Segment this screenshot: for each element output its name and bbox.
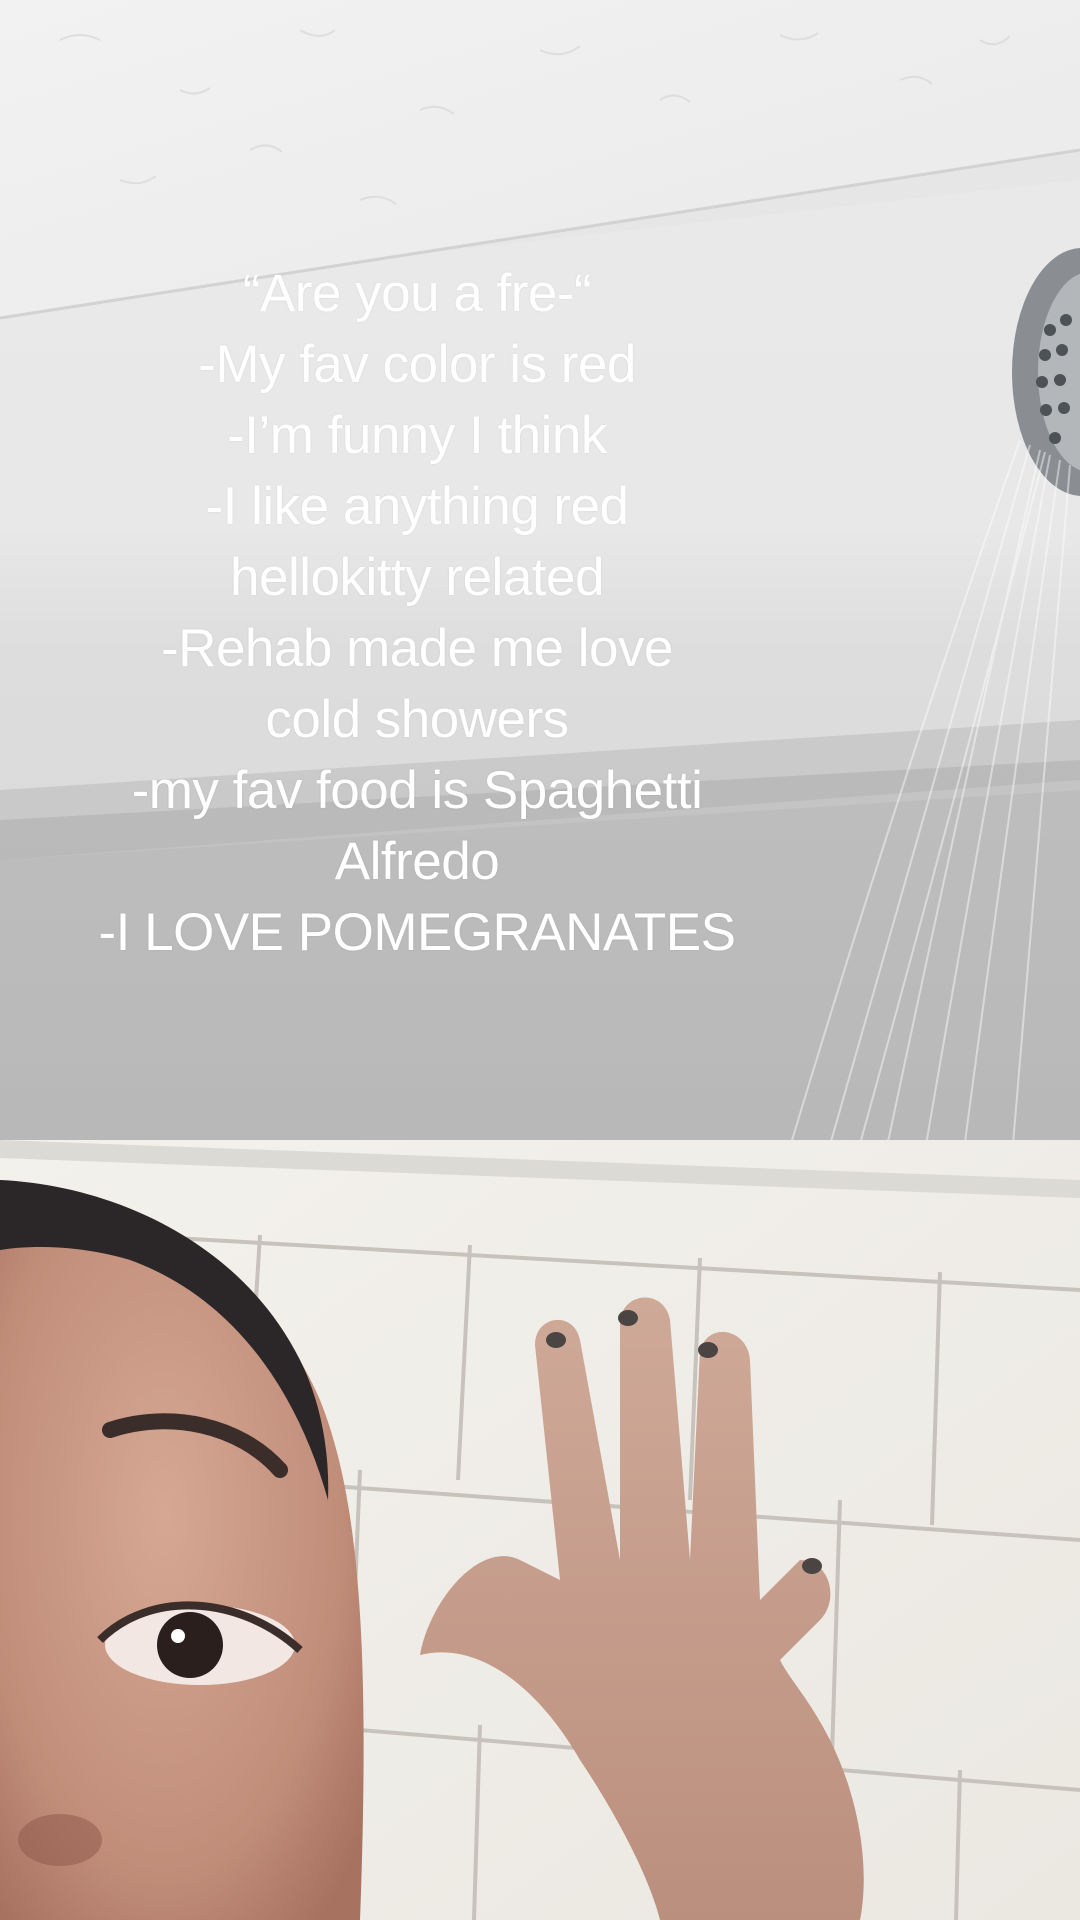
caption-overlay: “Are you a fre-“ -My fav color is red -I… — [0, 258, 834, 968]
video-frame: “Are you a fre-“ -My fav color is red -I… — [0, 0, 1080, 1920]
caption-line: Alfredo — [334, 832, 500, 891]
caption-line: hellokitty related — [230, 548, 604, 607]
caption-line: cold showers — [265, 690, 569, 749]
caption-line: -Rehab made me love — [161, 619, 673, 678]
caption-line: -I LOVE POMEGRANATES — [98, 903, 736, 962]
caption-line: -I’m funny I think — [227, 406, 607, 465]
caption-line: -I like anything red — [205, 477, 629, 536]
caption-line: -my fav food is Spaghetti — [131, 761, 703, 820]
caption-line: -My fav color is red — [198, 335, 636, 394]
caption-line: “Are you a fre-“ — [242, 264, 592, 323]
